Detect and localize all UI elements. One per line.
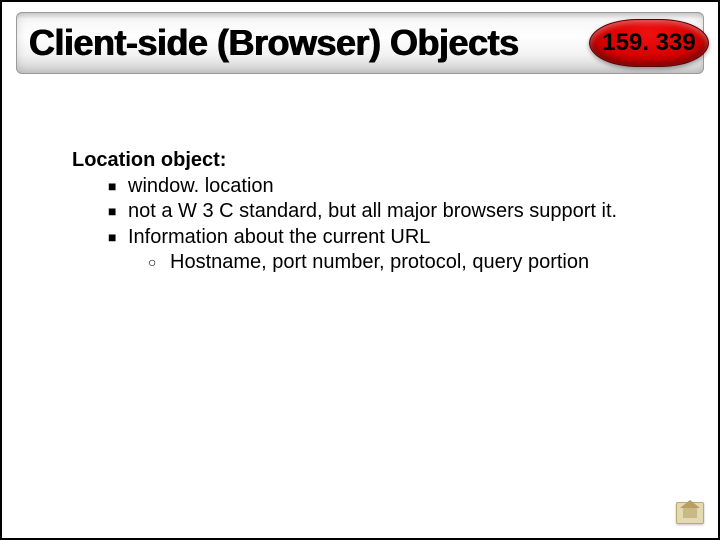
list-item: ■ Information about the current URL [108, 225, 718, 251]
bullet-text: Information about the current URL [128, 225, 430, 251]
sub-bullet-text: Hostname, port number, protocol, query p… [170, 250, 589, 276]
slide-title: Client-side (Browser) Objects [29, 22, 519, 64]
house-shape [683, 508, 697, 518]
roof-shape [680, 500, 700, 508]
course-badge-text: 159. 339 [602, 29, 695, 57]
bullet-text: not a W 3 C standard, but all major brow… [128, 199, 617, 225]
slide-body: Location object: ■ window. location ■ no… [72, 148, 718, 276]
square-bullet-icon: ■ [108, 174, 128, 200]
bullet-text: window. location [128, 174, 274, 200]
square-bullet-icon: ■ [108, 225, 128, 251]
course-badge: 159. 339 [589, 19, 709, 67]
slide-header: Client-side (Browser) Objects 159. 339 [16, 12, 704, 74]
square-bullet-icon: ■ [108, 199, 128, 225]
list-item: ■ not a W 3 C standard, but all major br… [108, 199, 718, 225]
list-item: ■ window. location [108, 174, 718, 200]
topic-heading: Location object: [72, 148, 718, 174]
list-item-sub: ○ Hostname, port number, protocol, query… [148, 250, 718, 276]
home-icon[interactable] [676, 502, 704, 524]
circle-bullet-icon: ○ [148, 250, 170, 276]
slide-title-wrap: Client-side (Browser) Objects [29, 22, 519, 64]
